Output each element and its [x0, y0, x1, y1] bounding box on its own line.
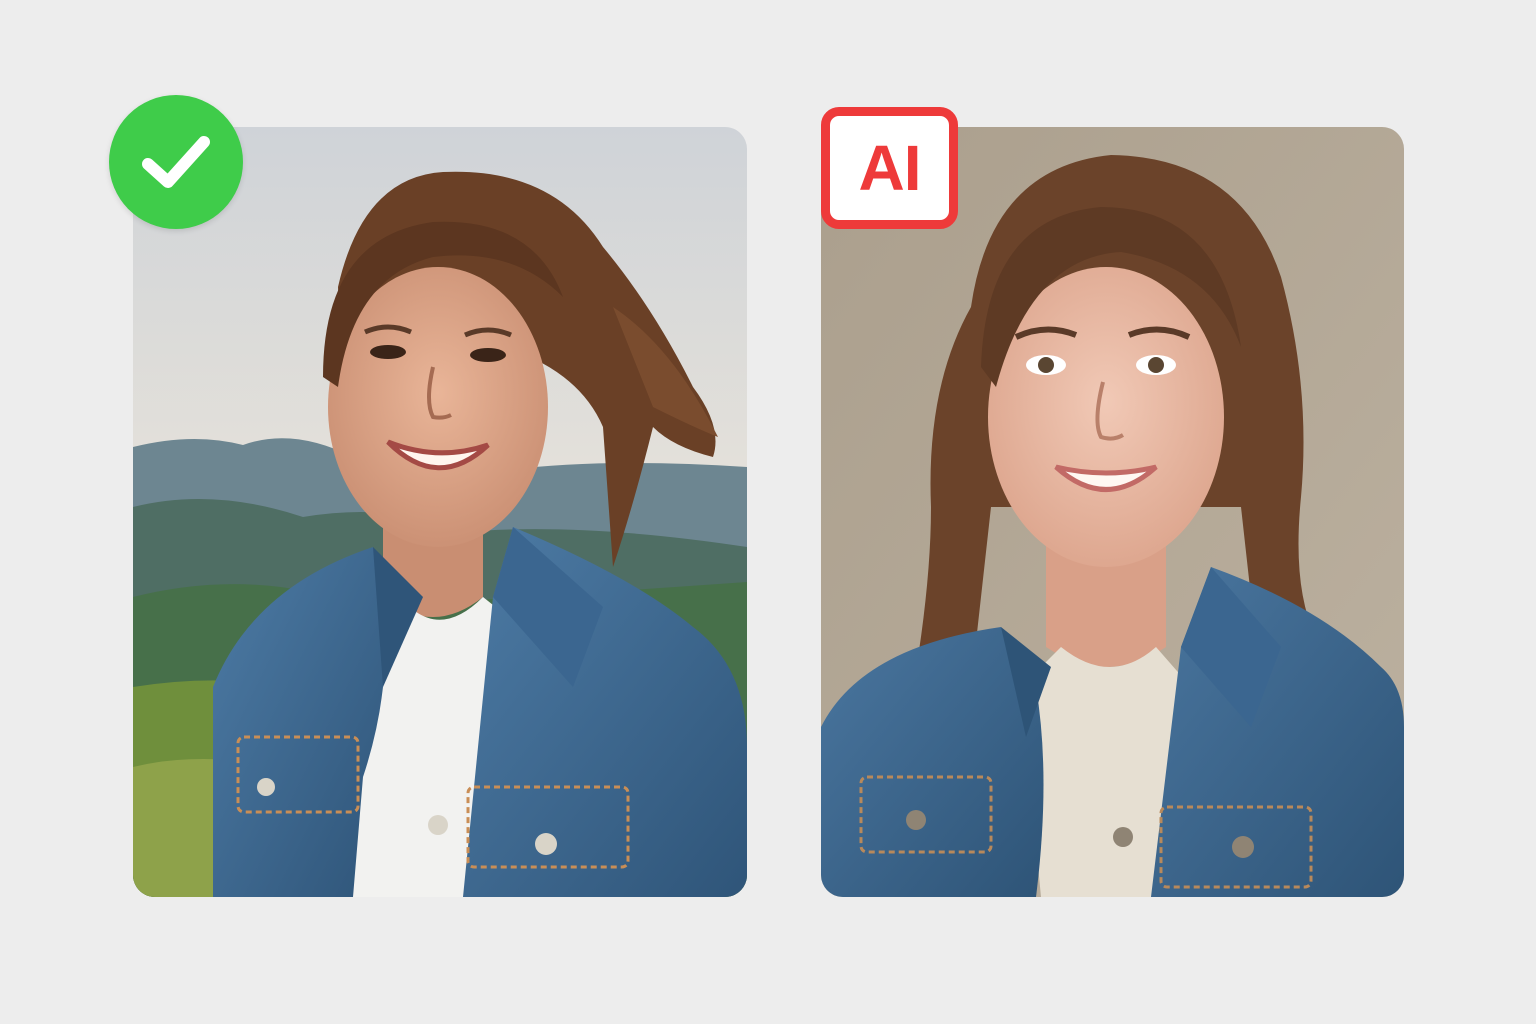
real-portrait-image [133, 127, 747, 897]
ai-badge-label: AI [858, 132, 922, 204]
authentic-check-badge [109, 95, 243, 229]
ai-photo-card [821, 127, 1404, 897]
ai-portrait-image [821, 127, 1404, 897]
real-photo-card [133, 127, 747, 897]
check-icon [142, 136, 210, 188]
ai-generated-badge: AI [821, 107, 958, 229]
